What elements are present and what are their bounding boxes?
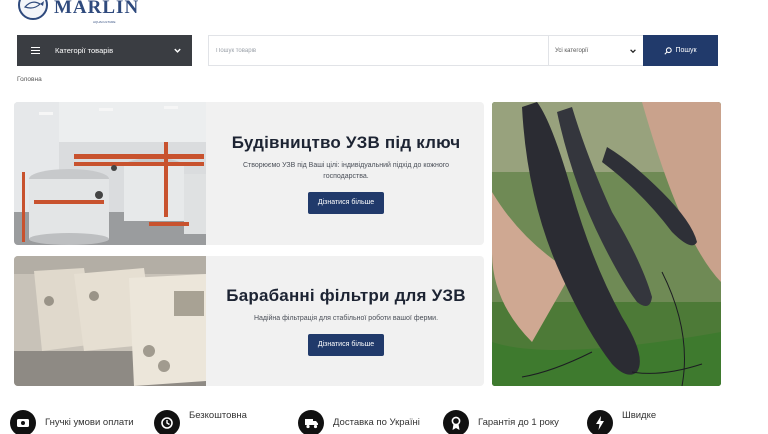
- banner-text: Створюємо УЗВ під Ваші цілі: індивідуаль…: [242, 162, 450, 180]
- chevron-down-icon: [630, 48, 636, 53]
- banner-text: Надійна фільтрація для стабільної роботи…: [253, 314, 439, 322]
- benefits-row: Гнучкі умови оплати Безкоштовна Доставка…: [10, 410, 768, 434]
- banner-title: Барабанні фільтри для УЗВ: [226, 285, 466, 305]
- logo-fish-icon: [18, 0, 48, 20]
- search-icon: [664, 46, 673, 55]
- category-select-value: Усі категорії: [555, 47, 589, 54]
- search-button-label: Пошук: [675, 47, 697, 54]
- benefit-fast: Швидке: [587, 410, 656, 434]
- benefit-label: Гарантія до 1 року: [478, 417, 559, 429]
- benefit-payment: Гнучкі умови оплати: [10, 410, 134, 434]
- search-input[interactable]: [209, 36, 548, 65]
- benefit-label: Швидке: [622, 410, 657, 422]
- learn-more-button[interactable]: Дізнатися більше: [307, 334, 385, 357]
- banner-content: Будівництво УЗВ під ключ Створюємо УЗВ п…: [218, 102, 474, 245]
- benefit-label: Доставка по Україні: [333, 417, 420, 429]
- drum-filters-photo: [14, 256, 206, 386]
- breadcrumb-home[interactable]: Головна: [17, 76, 42, 83]
- lightning-icon: [587, 410, 613, 434]
- wallet-icon: [10, 410, 36, 434]
- search-bar: Усі категорії Пошук: [208, 35, 718, 66]
- benefit-warranty: Гарантія до 1 року: [443, 410, 559, 434]
- site-logo[interactable]: MARLIN: [18, 0, 139, 20]
- logo-text: MARLIN: [54, 0, 140, 18]
- learn-more-button[interactable]: Дізнатися більше: [307, 191, 385, 214]
- catfish-photo-card[interactable]: [492, 102, 721, 386]
- categories-label: Категорії товарів: [55, 46, 114, 55]
- award-icon: [443, 410, 469, 434]
- breadcrumb[interactable]: Головна: [17, 76, 42, 83]
- ras-tanks-photo: [14, 102, 206, 245]
- categories-menu-button[interactable]: Категорії товарів: [17, 35, 192, 66]
- benefit-free: Безкоштовна: [154, 410, 247, 434]
- benefit-label: Гнучкі умови оплати: [45, 417, 134, 429]
- truck-icon: [298, 410, 324, 434]
- banner-title: Будівництво УЗВ під ключ: [231, 133, 461, 153]
- list-menu-icon: [31, 47, 40, 54]
- logo-subtext: AQUACULTURE: [93, 20, 116, 24]
- chevron-down-icon: [174, 48, 181, 53]
- search-button[interactable]: Пошук: [643, 35, 718, 66]
- benefit-label: Безкоштовна: [189, 410, 247, 422]
- banner-content: Барабанні фільтри для УЗВ Надійна фільтр…: [218, 256, 474, 386]
- clock-icon: [154, 410, 180, 434]
- banner-drum-filters[interactable]: Барабанні фільтри для УЗВ Надійна фільтр…: [14, 256, 484, 386]
- banner-ras-construction[interactable]: Будівництво УЗВ під ключ Створюємо УЗВ п…: [14, 102, 484, 245]
- benefit-delivery: Доставка по Україні: [298, 410, 420, 434]
- category-select[interactable]: Усі категорії: [548, 36, 643, 65]
